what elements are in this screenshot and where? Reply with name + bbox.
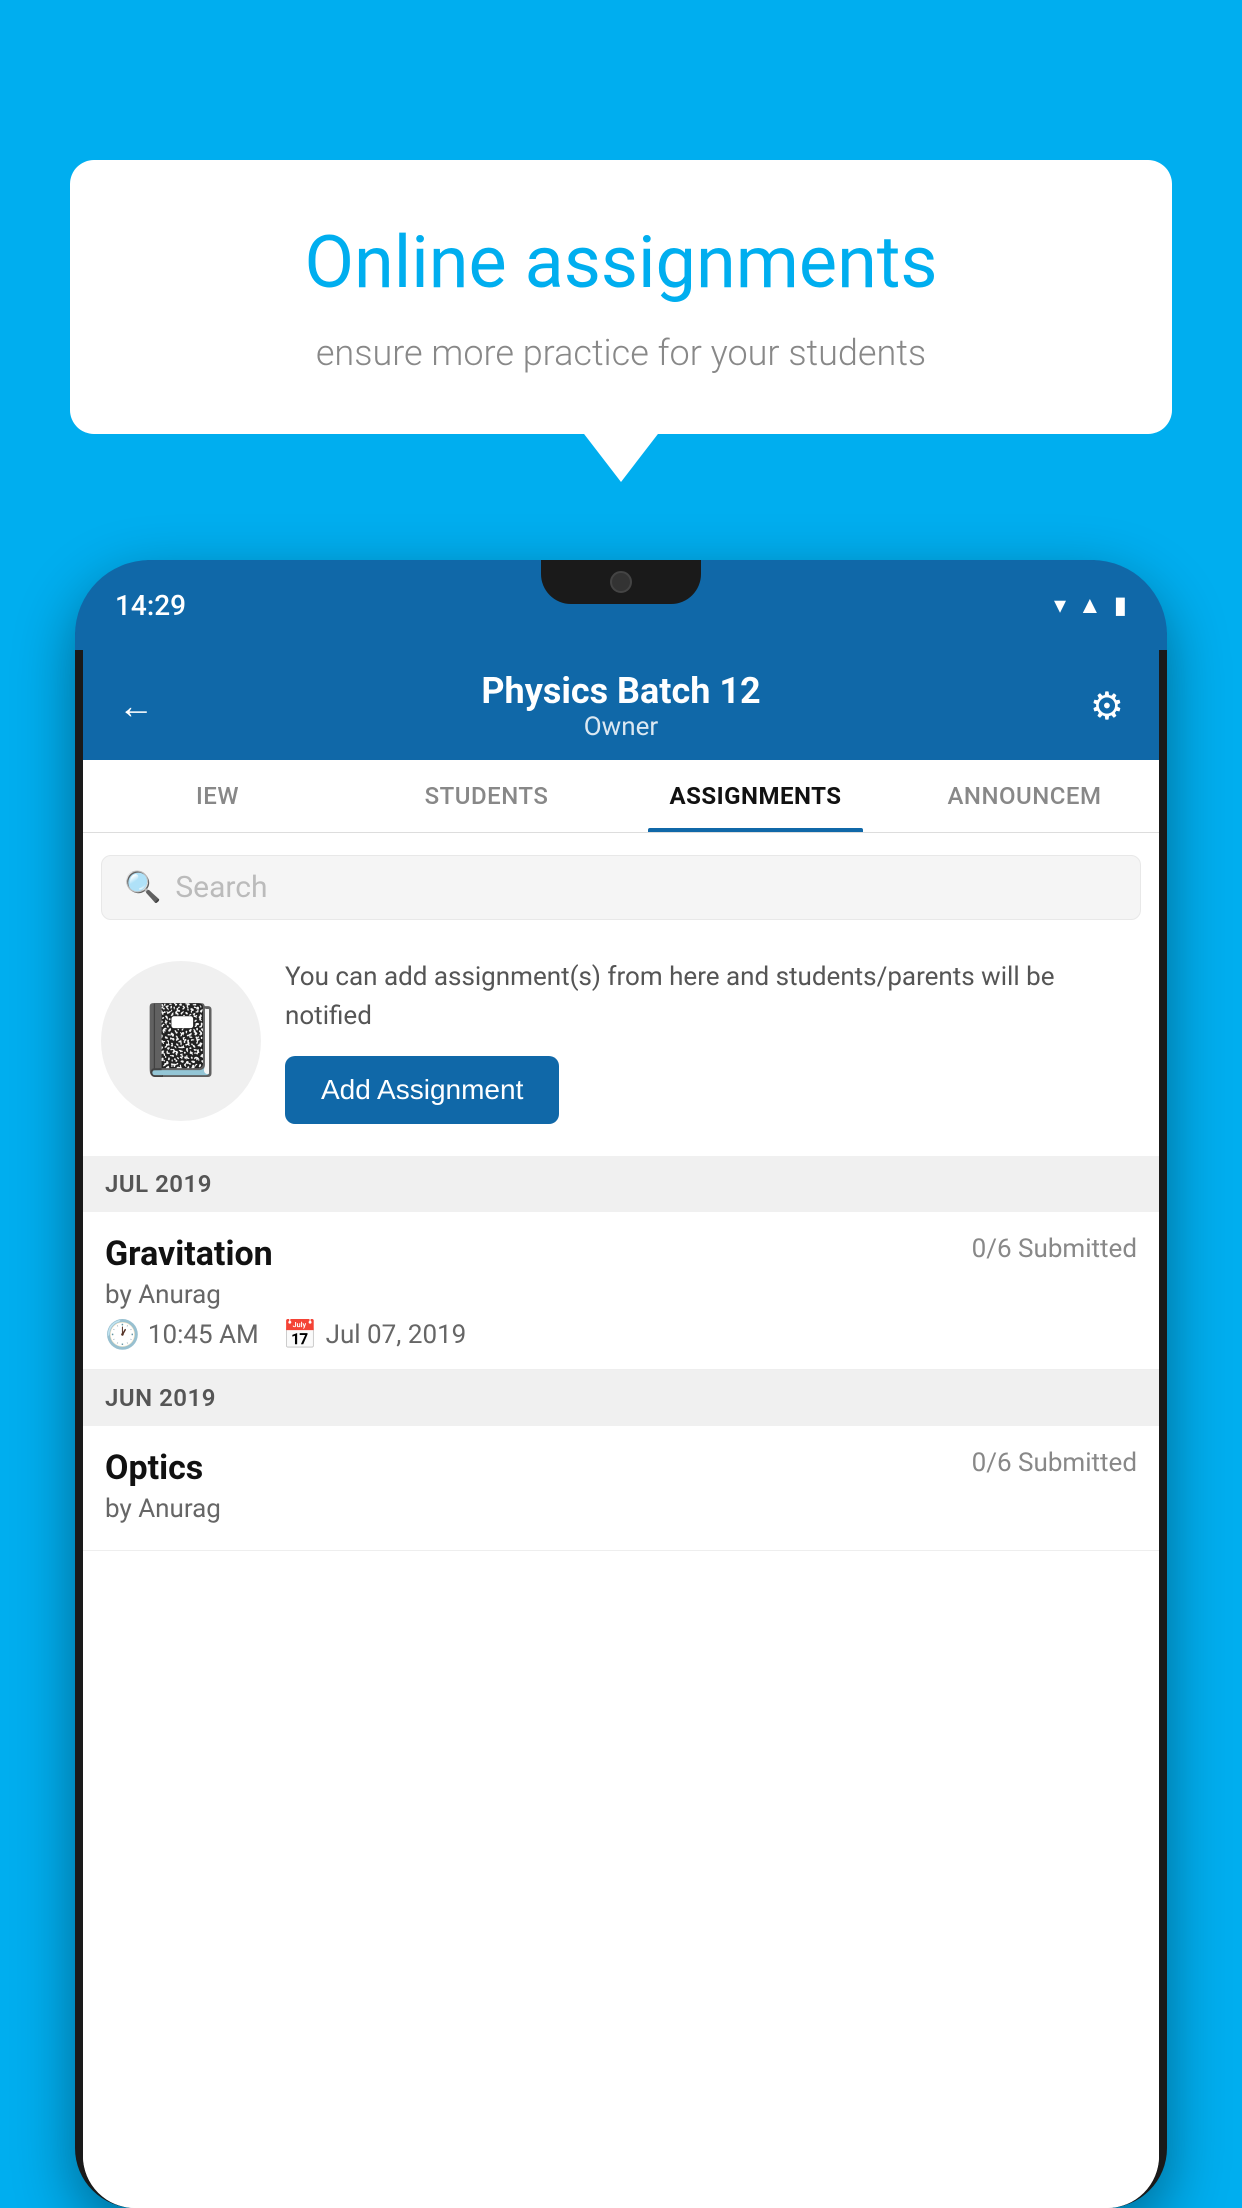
time-value: 10:45 AM [148, 1320, 259, 1350]
assignment-row-top-2: Optics 0/6 Submitted [105, 1448, 1137, 1488]
assignment-by-2: by Anurag [105, 1494, 1137, 1524]
assignment-by: by Anurag [105, 1280, 1137, 1310]
clock-icon: 🕐 [105, 1318, 140, 1351]
assignment-name: Gravitation [105, 1234, 273, 1274]
section-jun-2019: JUN 2019 [83, 1370, 1159, 1426]
empty-state: 📓 You can add assignment(s) from here an… [83, 936, 1159, 1146]
header-title-block: Physics Batch 12 Owner [168, 670, 1074, 742]
wifi-icon: ▾ [1054, 591, 1066, 619]
phone-notch [541, 560, 701, 604]
tab-iew[interactable]: IEW [83, 760, 352, 832]
tabs-bar: IEW STUDENTS ASSIGNMENTS ANNOUNCEM [83, 760, 1159, 833]
batch-title: Physics Batch 12 [168, 670, 1074, 712]
batch-subtitle: Owner [168, 712, 1074, 742]
promo-title: Online assignments [130, 220, 1112, 306]
assignment-date: 📅 Jul 07, 2019 [283, 1318, 467, 1351]
empty-text-block: You can add assignment(s) from here and … [285, 958, 1141, 1124]
tab-announcements[interactable]: ANNOUNCEM [890, 760, 1159, 832]
assignment-time: 🕐 10:45 AM [105, 1318, 259, 1351]
assignment-row-top: Gravitation 0/6 Submitted [105, 1234, 1137, 1274]
notebook-icon: 📓 [137, 1000, 224, 1082]
empty-description: You can add assignment(s) from here and … [285, 958, 1141, 1036]
empty-icon-circle: 📓 [101, 961, 261, 1121]
status-icons: ▾ ▲ ▮ [1054, 591, 1127, 620]
promo-card: Online assignments ensure more practice … [70, 160, 1172, 434]
table-row[interactable]: Gravitation 0/6 Submitted by Anurag 🕐 10… [83, 1212, 1159, 1370]
date-value: Jul 07, 2019 [326, 1320, 467, 1350]
promo-subtitle: ensure more practice for your students [130, 328, 1112, 378]
search-icon: 🔍 [124, 870, 161, 905]
battery-icon: ▮ [1114, 591, 1127, 619]
tab-students[interactable]: STUDENTS [352, 760, 621, 832]
app-screen: ← Physics Batch 12 Owner ⚙ IEW STUDENTS … [83, 650, 1159, 2208]
assignment-name-2: Optics [105, 1448, 203, 1488]
phone-camera [610, 571, 632, 593]
assignment-submitted-2: 0/6 Submitted [972, 1448, 1137, 1478]
search-placeholder: Search [175, 870, 267, 905]
assignment-submitted: 0/6 Submitted [972, 1234, 1137, 1264]
phone-shell: 14:29 ▾ ▲ ▮ ← Physics Batch 12 Owner ⚙ I… [75, 560, 1167, 2208]
settings-icon[interactable]: ⚙ [1074, 684, 1124, 729]
search-bar[interactable]: 🔍 Search [101, 855, 1141, 920]
add-assignment-button[interactable]: Add Assignment [285, 1056, 559, 1124]
status-bar: 14:29 ▾ ▲ ▮ [75, 560, 1167, 650]
assignment-meta: 🕐 10:45 AM 📅 Jul 07, 2019 [105, 1318, 1137, 1351]
signal-icon: ▲ [1078, 591, 1102, 620]
tab-assignments[interactable]: ASSIGNMENTS [621, 760, 890, 832]
content-area: 🔍 Search 📓 You can add assignment(s) fro… [83, 833, 1159, 2208]
section-jul-2019: JUL 2019 [83, 1156, 1159, 1212]
calendar-icon: 📅 [283, 1318, 318, 1351]
table-row[interactable]: Optics 0/6 Submitted by Anurag [83, 1426, 1159, 1551]
back-button[interactable]: ← [118, 685, 168, 727]
app-header: ← Physics Batch 12 Owner ⚙ [83, 650, 1159, 760]
